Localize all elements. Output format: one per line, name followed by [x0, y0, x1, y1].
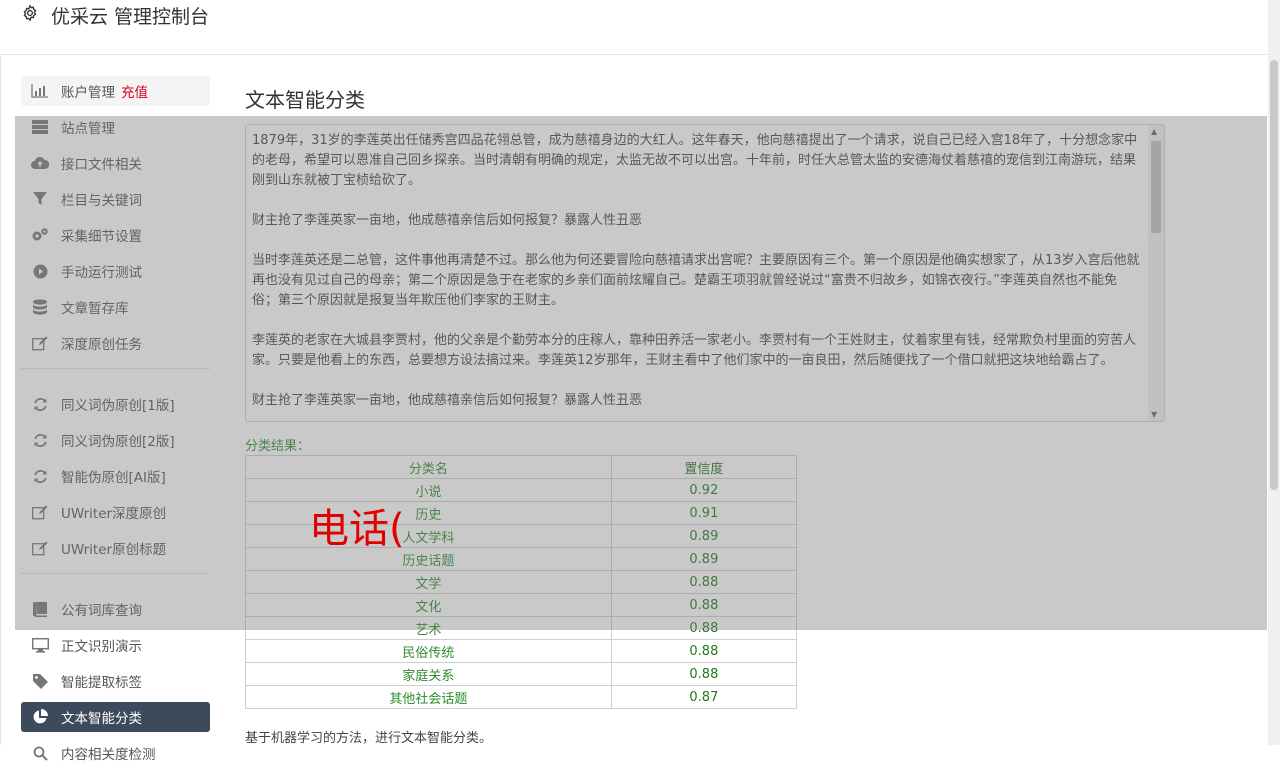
sidebar-item-text-classification[interactable]: 文本智能分类 — [21, 702, 210, 732]
gear-icon — [21, 4, 39, 22]
category-cell: 家庭关系 — [245, 662, 612, 686]
overlay-text: 电话( — [309, 506, 405, 552]
page-title: 文本智能分类 — [245, 88, 365, 112]
page-scrollbar-thumb[interactable] — [1270, 60, 1278, 490]
search-icon — [31, 744, 49, 762]
confidence-cell: 0.88 — [610, 662, 798, 686]
table-row: 民俗传统 0.88 — [245, 639, 798, 663]
sidebar-item-relevance-check[interactable]: 内容相关度检测 — [21, 738, 210, 768]
category-cell: 民俗传统 — [245, 639, 612, 663]
table-row: 其他社会话题 0.87 — [245, 685, 798, 709]
sidebar-item-tag-extraction[interactable]: 智能提取标签 — [21, 666, 210, 696]
confidence-cell: 0.88 — [610, 639, 798, 663]
sidebar-item-label: 智能提取标签 — [61, 675, 142, 691]
page-scrollbar[interactable] — [1268, 0, 1280, 745]
modal-overlay[interactable] — [15, 116, 1267, 630]
recharge-link[interactable]: 充值 — [121, 81, 148, 101]
sidebar-item-body-extraction[interactable]: 正文识别演示 — [21, 630, 210, 660]
sidebar-item-account[interactable]: 账户管理 充值 — [21, 76, 210, 106]
sidebar-item-label: 账户管理 — [61, 85, 115, 101]
app-title: 优采云 管理控制台 — [51, 6, 210, 28]
method-description: 基于机器学习的方法，进行文本智能分类。 — [245, 731, 493, 746]
bar-chart-icon — [31, 82, 49, 100]
sidebar-item-label: 文本智能分类 — [61, 711, 142, 727]
top-header: 优采云 管理控制台 — [0, 0, 1268, 55]
confidence-cell: 0.87 — [610, 685, 798, 709]
pie-chart-icon — [31, 708, 49, 726]
monitor-icon — [31, 636, 49, 654]
sidebar-item-label: 正文识别演示 — [61, 639, 142, 655]
sidebar-item-label: 内容相关度检测 — [61, 747, 156, 763]
page-left-border — [0, 0, 1, 745]
table-row: 家庭关系 0.88 — [245, 662, 798, 686]
category-cell: 其他社会话题 — [245, 685, 612, 709]
tag-icon — [31, 672, 49, 690]
